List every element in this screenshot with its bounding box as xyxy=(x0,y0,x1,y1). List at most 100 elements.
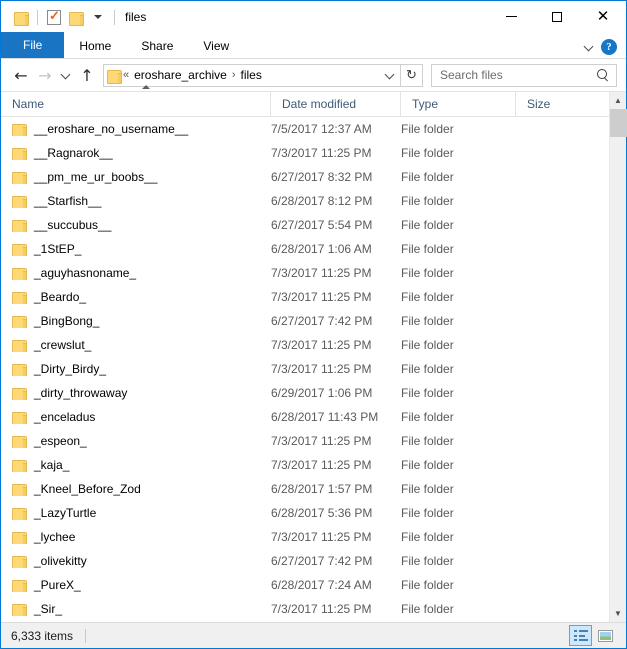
help-icon[interactable]: ? xyxy=(601,39,617,55)
folder-icon xyxy=(12,219,27,232)
table-row[interactable]: _espeon_ 7/3/2017 11:25 PM File folder xyxy=(1,429,626,453)
breadcrumb-prefix: « xyxy=(123,69,130,81)
file-type-cell: File folder xyxy=(401,386,454,400)
table-row[interactable]: _1StEP_ 6/28/2017 1:06 AM File folder xyxy=(1,237,626,261)
folder-icon xyxy=(12,483,27,496)
table-row[interactable]: _LazyTurtle 6/28/2017 5:36 PM File folder xyxy=(1,501,626,525)
table-row[interactable]: _enceladus 6/28/2017 11:43 PM File folder xyxy=(1,405,626,429)
refresh-icon[interactable]: ↻ xyxy=(401,63,423,87)
breadcrumb-item-eroshare-archive[interactable]: eroshare_archive xyxy=(130,68,231,82)
file-type-cell: File folder xyxy=(401,578,454,592)
folder-icon xyxy=(12,507,27,520)
column-header-size[interactable]: Size xyxy=(516,91,611,117)
address-path-box[interactable]: « eroshare_archive › files xyxy=(103,63,401,87)
file-type-cell: File folder xyxy=(401,242,454,256)
file-name-cell[interactable]: _Dirty_Birdy_ xyxy=(1,362,271,376)
chevron-down-icon[interactable] xyxy=(585,43,594,52)
folder-icon[interactable] xyxy=(10,6,32,28)
breadcrumb-item-files[interactable]: files xyxy=(237,68,266,82)
file-name-label: _dirty_throwaway xyxy=(34,386,128,400)
table-row[interactable]: __succubus__ 6/27/2017 5:54 PM File folder xyxy=(1,213,626,237)
table-row[interactable]: _Kneel_Before_Zod 6/28/2017 1:57 PM File f… xyxy=(1,477,626,501)
folder-icon xyxy=(12,267,27,280)
file-name-cell[interactable]: __pm_me_ur_boobs__ xyxy=(1,170,271,184)
table-row[interactable]: _Sir_ 7/3/2017 11:25 PM File folder xyxy=(1,597,626,621)
details-view-button[interactable] xyxy=(569,625,592,646)
table-row[interactable]: _Dirty_Birdy_ 7/3/2017 11:25 PM File folde… xyxy=(1,357,626,381)
column-header-type[interactable]: Type xyxy=(401,91,516,117)
file-type-cell: File folder xyxy=(401,290,454,304)
file-name-label: _crewslut_ xyxy=(34,338,92,352)
folder-icon xyxy=(12,147,27,160)
table-row[interactable]: __eroshare_no_username__ 7/5/2017 12:37 A… xyxy=(1,117,626,141)
properties-icon[interactable] xyxy=(43,6,65,28)
table-row[interactable]: __pm_me_ur_boobs__ 6/27/2017 8:32 PM File … xyxy=(1,165,626,189)
file-name-cell[interactable]: __eroshare_no_username__ xyxy=(1,122,271,136)
table-row[interactable]: _olivekitty 6/27/2017 7:42 PM File folder xyxy=(1,549,626,573)
file-name-cell[interactable]: __succubus__ xyxy=(1,218,271,232)
large-icons-view-button[interactable] xyxy=(594,625,617,646)
table-row[interactable]: _lychee 7/3/2017 11:25 PM File folder xyxy=(1,525,626,549)
table-row[interactable]: _crewslut_ 7/3/2017 11:25 PM File folder xyxy=(1,333,626,357)
search-box[interactable] xyxy=(431,63,617,87)
recent-locations-icon[interactable] xyxy=(57,63,75,87)
file-name-cell[interactable]: _aguyhasnoname_ xyxy=(1,266,271,280)
file-name-cell[interactable]: _Beardo_ xyxy=(1,290,271,304)
file-name-cell[interactable]: _enceladus xyxy=(1,410,271,424)
file-name-cell[interactable]: _olivekitty xyxy=(1,554,271,568)
column-header-date-modified[interactable]: Date modified xyxy=(271,91,401,117)
scrollbar-track[interactable] xyxy=(609,109,627,605)
minimize-button[interactable] xyxy=(488,1,534,32)
scrollbar-thumb[interactable] xyxy=(609,109,627,137)
file-date-cell: 6/28/2017 11:43 PM xyxy=(271,410,379,424)
up-button[interactable]: ↑ xyxy=(75,63,99,87)
file-name-cell[interactable]: _espeon_ xyxy=(1,434,271,448)
file-name-cell[interactable]: _crewslut_ xyxy=(1,338,271,352)
customize-dropdown-icon[interactable] xyxy=(87,6,109,28)
vertical-scrollbar[interactable]: ▲ ▼ xyxy=(609,92,627,622)
search-icon[interactable] xyxy=(597,68,610,82)
file-name-cell[interactable]: __Starfish__ xyxy=(1,194,271,208)
table-row[interactable]: __Starfish__ 6/28/2017 8:12 PM File folder xyxy=(1,189,626,213)
file-name-label: _olivekitty xyxy=(34,554,87,568)
close-button[interactable]: ✕ xyxy=(580,1,626,32)
new-folder-icon[interactable] xyxy=(65,6,87,28)
file-name-cell[interactable]: _BingBong_ xyxy=(1,314,271,328)
tab-home[interactable]: Home xyxy=(64,33,126,58)
file-date-cell: 7/3/2017 11:25 PM xyxy=(271,530,372,544)
file-type-cell: File folder xyxy=(401,218,454,232)
file-date-cell: 6/28/2017 7:24 AM xyxy=(271,578,372,592)
file-name-cell[interactable]: _Kneel_Before_Zod xyxy=(1,482,271,496)
tab-view[interactable]: View xyxy=(188,33,244,58)
table-row[interactable]: _BingBong_ 6/27/2017 7:42 PM File folder xyxy=(1,309,626,333)
address-dropdown-icon[interactable] xyxy=(380,65,400,86)
file-name-cell[interactable]: _PureX_ xyxy=(1,578,271,592)
file-name-cell[interactable]: _1StEP_ xyxy=(1,242,271,256)
file-date-cell: 6/27/2017 7:42 PM xyxy=(271,554,373,568)
back-button[interactable]: ← xyxy=(9,63,33,87)
scroll-up-icon[interactable]: ▲ xyxy=(610,92,627,109)
status-divider xyxy=(85,628,87,643)
scroll-down-icon[interactable]: ▼ xyxy=(610,605,627,622)
search-input[interactable] xyxy=(440,68,597,82)
file-name-cell[interactable]: _lychee xyxy=(1,530,271,544)
file-name-cell[interactable]: _dirty_throwaway xyxy=(1,386,271,400)
file-name-cell[interactable]: _LazyTurtle xyxy=(1,506,271,520)
table-row[interactable]: _Beardo_ 7/3/2017 11:25 PM File folder xyxy=(1,285,626,309)
file-name-cell[interactable]: __Ragnarok__ xyxy=(1,146,271,160)
file-name-cell[interactable]: _kaja_ xyxy=(1,458,271,472)
tab-share[interactable]: Share xyxy=(126,33,188,58)
forward-button[interactable]: → xyxy=(33,63,57,87)
tab-file[interactable]: File xyxy=(1,32,65,58)
column-header-type-label: Type xyxy=(412,97,439,111)
table-row[interactable]: _aguyhasnoname_ 7/3/2017 11:25 PM File fol… xyxy=(1,261,626,285)
table-row[interactable]: _kaja_ 7/3/2017 11:25 PM File folder xyxy=(1,453,626,477)
ribbon-right-controls: ? xyxy=(585,39,626,58)
file-type-cell: File folder xyxy=(401,530,454,544)
table-row[interactable]: _dirty_throwaway 6/29/2017 1:06 PM File fo… xyxy=(1,381,626,405)
file-name-cell[interactable]: _Sir_ xyxy=(1,602,271,616)
maximize-button[interactable] xyxy=(534,1,580,32)
table-row[interactable]: _PureX_ 6/28/2017 7:24 AM File folder xyxy=(1,573,626,597)
table-row[interactable]: __Ragnarok__ 7/3/2017 11:25 PM File folder xyxy=(1,141,626,165)
column-header-name[interactable]: Name xyxy=(1,91,271,117)
